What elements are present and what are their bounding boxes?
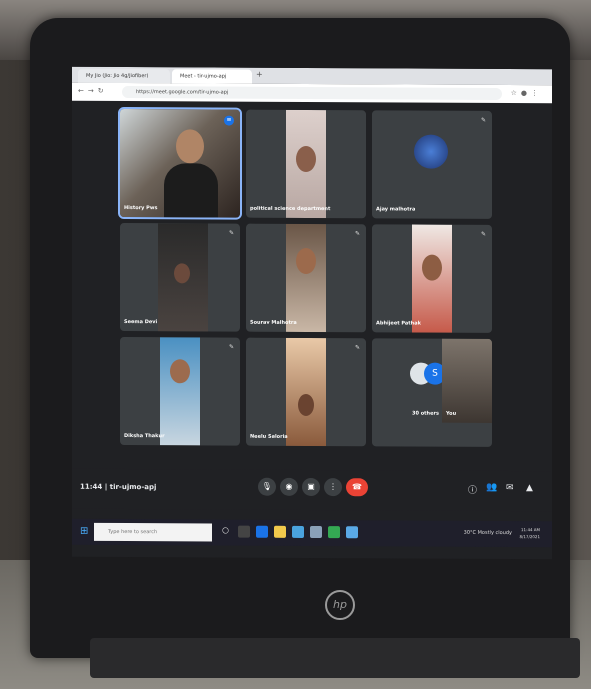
mic-off-icon: ✎	[354, 344, 360, 352]
participant-grid: ≡ History Pws political science departme…	[118, 106, 492, 463]
address-bar[interactable]: https://meet.google.com/tir-ujmo-apj	[122, 86, 502, 100]
mic-off-icon: ✎	[480, 116, 486, 124]
present-button[interactable]: ▣	[302, 477, 320, 497]
participant-name: Abhijeet Pathak	[376, 320, 421, 327]
participant-tile[interactable]: ✎ Diksha Thakur	[120, 336, 240, 446]
nav-buttons[interactable]: ←→↻	[78, 87, 108, 95]
mic-off-icon: ✎	[354, 230, 360, 238]
participant-video	[286, 223, 326, 333]
app-icon[interactable]	[346, 526, 358, 539]
windows-taskbar: ⊞ Type here to search ○ 30°C Mostly clou…	[72, 518, 552, 548]
meet-controls: 11:44 | tir-ujmo-apj 🎙 ◉ ▣ ⋮ ☎ ⓘ 👥 ✉ ▲	[72, 468, 552, 512]
info-icon[interactable]: ⓘ	[468, 483, 477, 496]
participant-face	[176, 129, 204, 164]
participant-face	[174, 263, 190, 284]
meeting-separator: |	[104, 482, 108, 491]
new-tab-button[interactable]: +	[256, 70, 263, 79]
extension-icons[interactable]: ☆●⋮	[511, 89, 542, 97]
participant-video	[160, 337, 200, 446]
system-tray[interactable]: 30°C Mostly cloudy	[464, 530, 512, 536]
meeting-info: 11:44 | tir-ujmo-apj	[80, 483, 156, 491]
browser-tab-jio[interactable]: My Jio (Jio: Jio 4g/Jiofiber)	[78, 68, 170, 84]
edge-icon[interactable]	[256, 525, 268, 538]
participant-body	[164, 163, 218, 218]
activities-icon[interactable]: ▲	[526, 483, 533, 493]
participant-tile[interactable]: ✎ Abhijeet Pathak	[372, 224, 492, 333]
mail-icon[interactable]	[310, 525, 322, 539]
participant-name: Diksha Thakur	[124, 433, 165, 440]
camera-button[interactable]: ◉	[280, 477, 298, 496]
meeting-time: 11:44	[80, 482, 103, 491]
people-icon[interactable]: 👥	[486, 483, 497, 493]
taskbar-clock[interactable]: 11:44 AM 8/17/2021	[519, 526, 540, 540]
browser-toolbar: ←→↻ https://meet.google.com/tir-ujmo-apj…	[72, 82, 552, 104]
clock-date: 8/17/2021	[519, 534, 540, 540]
laptop-hinge	[90, 638, 580, 678]
participant-tile[interactable]: political science department	[246, 109, 366, 219]
others-tile[interactable]: S 30 others You	[372, 338, 492, 447]
participant-tile[interactable]: ✎ Seema Devi	[120, 222, 240, 332]
participant-tile[interactable]: ≡ History Pws	[118, 106, 242, 220]
participant-face	[170, 359, 190, 384]
participant-tile[interactable]: ✎ Sourav Malhotra	[246, 223, 366, 333]
participant-name: Sourav Malhotra	[250, 319, 297, 326]
others-count: 30 others	[412, 410, 439, 417]
chat-icon[interactable]: ✉	[506, 483, 514, 493]
mic-button[interactable]: 🎙	[258, 477, 276, 496]
participant-name: Ajay malhotra	[376, 206, 416, 213]
self-view-label: You	[446, 410, 457, 417]
store-icon[interactable]	[292, 525, 304, 538]
participant-name: History Pws	[124, 205, 158, 212]
participant-face	[296, 145, 316, 173]
participant-tile[interactable]: ✎ Ajay malhotra	[372, 110, 492, 219]
meeting-code: tir-ujmo-apj	[109, 482, 157, 492]
laptop-screen: My Jio (Jio: Jio 4g/Jiofiber) Meet - tir…	[72, 66, 552, 560]
cortana-icon[interactable]: ○	[222, 526, 234, 538]
mic-off-icon: ✎	[480, 230, 486, 238]
taskbar-search[interactable]: Type here to search	[94, 522, 212, 542]
file-explorer-icon[interactable]	[274, 525, 286, 538]
participant-face	[422, 254, 442, 281]
hp-logo: hp	[325, 590, 355, 620]
participant-face	[296, 247, 316, 275]
end-call-button[interactable]: ☎	[346, 478, 368, 497]
more-options-button[interactable]: ⋮	[324, 478, 342, 497]
participant-face	[298, 393, 314, 417]
participant-name: Neelu Saloria	[250, 433, 288, 440]
windows-start-icon[interactable]: ⊞	[80, 526, 88, 537]
participant-name: political science department	[250, 205, 331, 213]
participant-tile[interactable]: ✎ Neelu Saloria	[246, 337, 366, 447]
participant-video	[286, 337, 326, 447]
task-view-icon[interactable]	[238, 525, 250, 538]
participant-name: Seema Devi	[124, 319, 158, 326]
mic-off-icon: ✎	[228, 343, 234, 351]
browser-tab-meet[interactable]: Meet - tir-ujmo-apj	[172, 69, 252, 84]
mic-off-icon: ✎	[228, 229, 234, 237]
speaking-icon: ≡	[224, 115, 234, 126]
participant-avatar	[414, 134, 448, 169]
chrome-icon[interactable]	[328, 526, 340, 539]
